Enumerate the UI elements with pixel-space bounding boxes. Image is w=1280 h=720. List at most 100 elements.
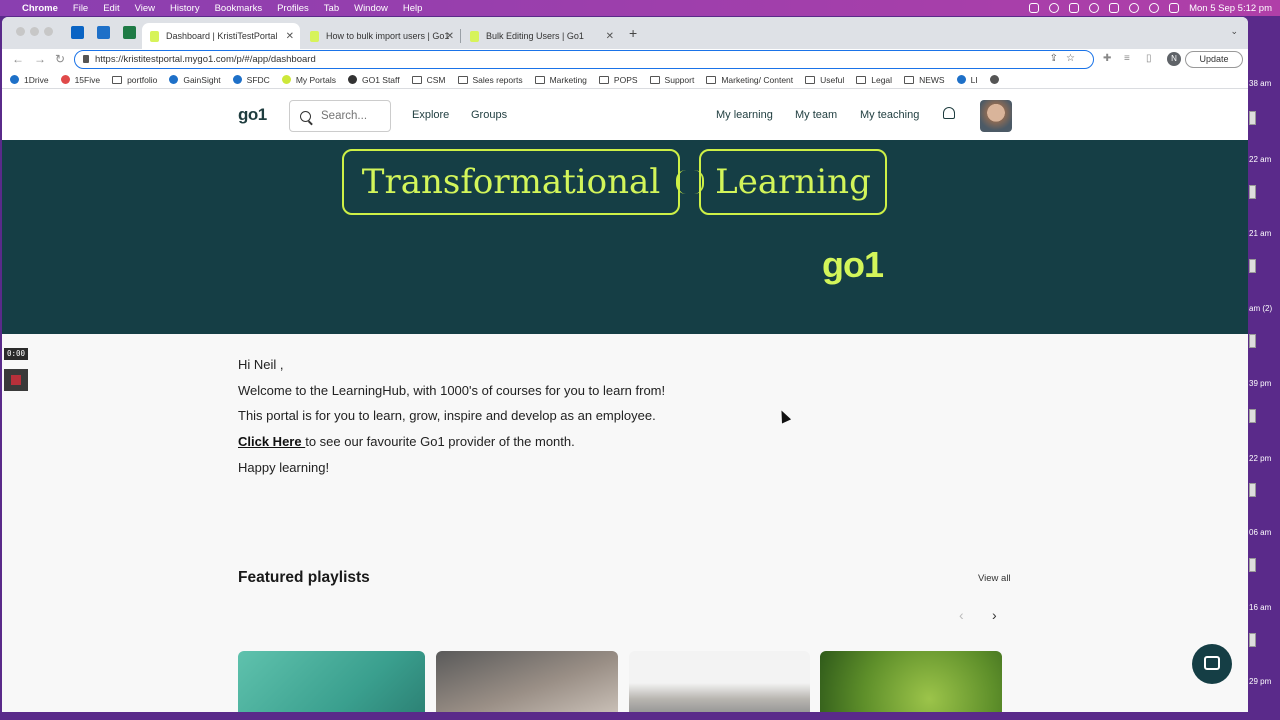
go1-logo[interactable]: go1 <box>238 105 267 125</box>
tab-search-chevron-icon[interactable]: ⌄ <box>1230 26 1238 37</box>
battery-icon[interactable] <box>1109 3 1120 13</box>
desktop-file-thumbnail[interactable] <box>1249 558 1256 572</box>
bookmark-csm[interactable]: CSM <box>411 75 446 85</box>
pinned-tab-excel-icon[interactable] <box>123 26 136 39</box>
desktop-file-label[interactable]: 22 pm <box>1249 454 1280 464</box>
bookmark-news[interactable]: NEWS <box>904 75 945 85</box>
menu-view[interactable]: View <box>135 3 155 14</box>
nav-my-learning[interactable]: My learning <box>716 109 773 121</box>
zoom-window-button[interactable] <box>44 27 53 36</box>
extensions-puzzle-icon[interactable]: ✚ <box>1103 53 1111 64</box>
desktop-file-label[interactable]: 06 am <box>1249 528 1280 538</box>
bookmark-globe[interactable] <box>989 75 1004 84</box>
carousel-prev-chevron-icon[interactable]: ‹ <box>959 607 964 623</box>
desktop-file-label[interactable]: 22 am <box>1249 155 1280 165</box>
desktop-file-label[interactable]: 38 am <box>1249 79 1280 89</box>
tab-bulk-editing[interactable]: Bulk Editing Users | Go1 ✕ <box>462 23 620 49</box>
wifi-icon[interactable] <box>1129 3 1140 13</box>
side-panel-icon[interactable]: ▯ <box>1146 53 1152 64</box>
search-box[interactable] <box>289 100 391 132</box>
bookmark-1drive[interactable]: 1Drive <box>10 75 49 85</box>
desktop-file-label[interactable]: am (2) <box>1249 304 1280 314</box>
back-arrow-icon[interactable]: ← <box>12 52 24 66</box>
close-window-button[interactable] <box>16 27 25 36</box>
screen-record-icon[interactable] <box>1029 3 1040 13</box>
desktop-file-thumbnail[interactable] <box>1249 185 1256 199</box>
menu-bookmarks[interactable]: Bookmarks <box>215 3 263 14</box>
bookmark-li[interactable]: LI <box>956 75 978 85</box>
bookmark-useful[interactable]: Useful <box>805 75 844 85</box>
desktop-file-thumbnail[interactable] <box>1249 633 1256 647</box>
bookmark-legal[interactable]: Legal <box>856 75 892 85</box>
playlist-card-leaves[interactable] <box>820 651 1002 712</box>
spotlight-search-icon[interactable] <box>1149 3 1160 13</box>
menu-profiles[interactable]: Profiles <box>277 3 309 14</box>
playlist-card-healthcare[interactable] <box>238 651 425 712</box>
nav-groups[interactable]: Groups <box>471 109 507 121</box>
recording-stop-button[interactable] <box>4 369 28 391</box>
pinned-tab-outlook-icon[interactable] <box>71 26 84 39</box>
reload-icon[interactable]: ↻ <box>55 52 65 66</box>
bookmark-sfdc[interactable]: SFDC <box>232 75 270 85</box>
address-bar[interactable]: https://kristitestportal.mygo1.com/p/#/a… <box>74 50 1094 69</box>
playlist-card-people[interactable] <box>436 651 618 712</box>
tab-bulk-import[interactable]: How to bulk import users | Go1 ✕ <box>302 23 461 49</box>
nav-my-teaching[interactable]: My teaching <box>860 109 919 121</box>
menu-app-chrome[interactable]: Chrome <box>22 3 58 14</box>
close-tab-icon[interactable]: ✕ <box>286 31 294 42</box>
menu-clock[interactable]: Mon 5 Sep 5:12 pm <box>1189 3 1272 14</box>
notifications-bell-icon[interactable] <box>943 107 955 119</box>
desktop-file-thumbnail[interactable] <box>1249 409 1256 423</box>
view-all-link[interactable]: View all <box>978 573 1011 584</box>
desktop-file-thumbnail[interactable] <box>1249 259 1256 273</box>
desktop-file-label[interactable]: 21 am <box>1249 229 1280 239</box>
user-avatar[interactable] <box>980 100 1012 132</box>
close-tab-icon[interactable]: ✕ <box>446 31 454 42</box>
chat-launcher-button[interactable] <box>1192 644 1232 684</box>
pinned-tab-word-icon[interactable] <box>97 26 110 39</box>
playlist-card-city[interactable] <box>629 651 810 712</box>
shield-icon[interactable] <box>1069 3 1080 13</box>
tab-dashboard[interactable]: Dashboard | KristiTestPortal ✕ <box>142 23 300 49</box>
search-input[interactable] <box>321 110 381 122</box>
folder-icon <box>411 75 422 84</box>
click-here-link[interactable]: Click Here <box>238 434 305 449</box>
minimize-window-button[interactable] <box>30 27 39 36</box>
bookmark-gainsight[interactable]: GainSight <box>169 75 221 85</box>
control-center-icon[interactable] <box>1169 3 1180 13</box>
desktop-file-label[interactable]: 29 pm <box>1249 677 1280 687</box>
bluetooth-icon[interactable] <box>1089 3 1100 13</box>
share-and-bookmark-star-icon[interactable]: ⇪☆ <box>1050 53 1083 64</box>
bookmark-support[interactable]: Support <box>649 75 694 85</box>
menu-file[interactable]: File <box>73 3 88 14</box>
bookmark-portfolio[interactable]: portfolio <box>112 75 157 85</box>
menu-tab[interactable]: Tab <box>324 3 339 14</box>
profile-avatar-icon[interactable]: N <box>1167 52 1181 66</box>
lock-icon[interactable] <box>83 55 89 63</box>
forward-arrow-icon[interactable]: → <box>34 52 46 66</box>
reading-list-icon[interactable]: ≡ <box>1124 53 1130 64</box>
desktop-file-label[interactable]: 39 pm <box>1249 379 1280 389</box>
menu-history[interactable]: History <box>170 3 200 14</box>
nav-my-team[interactable]: My team <box>795 109 837 121</box>
desktop-file-thumbnail[interactable] <box>1249 334 1256 348</box>
bookmark-go1-staff[interactable]: GO1 Staff <box>347 75 400 85</box>
menu-edit[interactable]: Edit <box>103 3 119 14</box>
carousel-next-chevron-icon[interactable]: › <box>992 607 997 623</box>
menu-help[interactable]: Help <box>403 3 423 14</box>
bookmark-15five[interactable]: 15Five <box>60 75 100 85</box>
new-tab-plus-icon[interactable]: + <box>629 25 637 41</box>
bookmark-marketing-content[interactable]: Marketing/ Content <box>706 75 793 85</box>
desktop-file-thumbnail[interactable] <box>1249 111 1256 125</box>
menu-window[interactable]: Window <box>354 3 388 14</box>
update-button[interactable]: Update <box>1185 51 1243 68</box>
settings-gear-icon[interactable] <box>1049 3 1060 13</box>
bookmark-marketing[interactable]: Marketing <box>534 75 587 85</box>
nav-explore[interactable]: Explore <box>412 109 449 121</box>
desktop-file-label[interactable]: 16 am <box>1249 603 1280 613</box>
bookmark-pops[interactable]: POPS <box>598 75 638 85</box>
close-tab-icon[interactable]: ✕ <box>606 31 614 42</box>
desktop-file-thumbnail[interactable] <box>1249 483 1256 497</box>
bookmark-sales-reports[interactable]: Sales reports <box>457 75 523 85</box>
bookmark-my-portals[interactable]: My Portals <box>281 75 336 85</box>
